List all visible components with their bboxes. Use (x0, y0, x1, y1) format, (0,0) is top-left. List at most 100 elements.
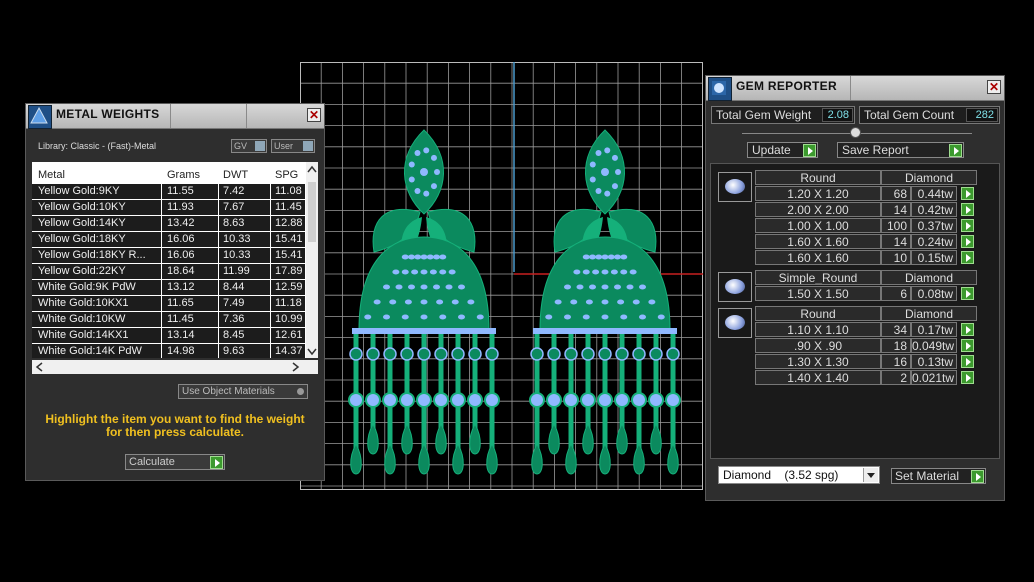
metal-table[interactable]: Metal Grams DWT SPG Yellow Gold:9KY 11.55… (32, 162, 318, 358)
table-row[interactable]: Yellow Gold:9KY 11.55 7.42 11.08 (32, 184, 305, 200)
bead (615, 347, 629, 361)
select-gem-arrow-icon[interactable] (961, 287, 974, 300)
col-metal[interactable]: Metal (38, 169, 65, 181)
gem-count: 34 (881, 322, 911, 337)
select-gem-arrow-icon[interactable] (961, 371, 974, 384)
update-button[interactable]: Update (747, 142, 818, 158)
gem-reporter-titlebar[interactable]: GEM REPORTER ✕ (706, 76, 1004, 101)
gem-stone (582, 254, 590, 260)
radio-icon (297, 388, 304, 395)
gem-shape-icon[interactable] (718, 272, 752, 302)
gem-stone (648, 392, 664, 408)
gem-stone (404, 299, 412, 305)
gem-list[interactable]: Round Diamond 1.20 X 1.20 68 0.44tw 2.00 X 2.… (710, 163, 1000, 459)
col-grams[interactable]: Grams (167, 169, 200, 181)
chevron-down-icon[interactable] (863, 468, 878, 482)
gem-stone (620, 269, 628, 275)
bead (451, 347, 465, 361)
table-row[interactable]: White Gold:10KX1 11.65 7.49 11.18 (32, 296, 305, 312)
set-material-button[interactable]: Set Material (891, 468, 986, 484)
select-gem-arrow-icon[interactable] (961, 355, 974, 368)
table-row[interactable]: White Gold:9K PdW 13.12 8.44 12.59 (32, 280, 305, 296)
bead (349, 347, 363, 361)
select-gem-arrow-icon[interactable] (961, 187, 974, 200)
bead (530, 347, 544, 361)
gem-stone (657, 314, 665, 320)
gem-stone (648, 299, 656, 305)
gv-toggle[interactable]: GV (231, 139, 267, 153)
gem-stone (399, 392, 415, 408)
table-row[interactable]: White Gold:14KX1 13.14 8.45 12.61 (32, 328, 305, 344)
play-arrow-icon (971, 470, 984, 483)
gem-stone (420, 269, 428, 275)
close-icon[interactable]: ✕ (307, 108, 321, 122)
scrollbar-thumb[interactable] (308, 182, 316, 242)
table-row[interactable]: White Gold:14K PdW 14.98 9.63 14.37 (32, 344, 305, 358)
hint-text: Highlight the item you want to find the … (45, 412, 305, 439)
gem-weight: 0.13tw (911, 354, 957, 369)
gem-stone (589, 284, 596, 290)
cell-grams: 13.12 (167, 281, 195, 293)
save-report-button[interactable]: Save Report (837, 142, 964, 158)
gem-stone (439, 269, 447, 275)
cell-spg: 12.59 (275, 281, 303, 293)
gem-stone (585, 299, 593, 305)
bead (400, 347, 414, 361)
select-gem-arrow-icon[interactable] (961, 323, 974, 336)
gem-weight: 0.42tw (911, 202, 957, 217)
gem-weight: 0.24tw (911, 234, 957, 249)
select-gem-arrow-icon[interactable] (961, 203, 974, 216)
gem-stone (401, 254, 409, 260)
total-gem-count-value: 282 (966, 108, 998, 122)
gem-shape-icon[interactable] (718, 308, 752, 338)
select-gem-arrow-icon[interactable] (961, 339, 974, 352)
table-row[interactable]: Yellow Gold:18KY 16.06 10.33 15.41 (32, 232, 305, 248)
gem-stone (426, 254, 434, 260)
use-object-materials-toggle[interactable]: Use Object Materials (178, 384, 308, 399)
col-spg[interactable]: SPG (275, 169, 298, 181)
gem-size: 1.40 X 1.40 (755, 370, 881, 385)
gem-stone (629, 269, 637, 275)
user-label: User (274, 141, 294, 151)
slider-handle[interactable] (850, 127, 861, 138)
bead (485, 347, 499, 361)
user-toggle[interactable]: User (271, 139, 315, 153)
3d-viewport[interactable] (300, 62, 703, 490)
table-row[interactable]: White Gold:10KW 11.45 7.36 10.99 (32, 312, 305, 328)
close-icon[interactable]: ✕ (987, 80, 1001, 94)
viewport-canvas[interactable] (300, 62, 703, 490)
gem-size: 1.30 X 1.30 (755, 354, 881, 369)
gem-stone (589, 161, 596, 168)
gem-stone (639, 284, 646, 290)
gem-stone (576, 284, 584, 290)
select-gem-arrow-icon[interactable] (961, 235, 974, 248)
gv-label: GV (234, 141, 248, 151)
table-row[interactable]: Yellow Gold:18KY R... 16.06 10.33 15.41 (32, 248, 305, 264)
gem-stone (554, 299, 562, 305)
bead (366, 347, 380, 361)
horizontal-scrollbar[interactable] (32, 360, 318, 374)
use-object-materials-label: Use Object Materials (182, 386, 275, 397)
col-dwt[interactable]: DWT (223, 169, 248, 181)
gem-stone (615, 169, 621, 175)
gem-shape-icon[interactable] (718, 172, 752, 202)
gem-stone (434, 169, 440, 175)
bead (666, 347, 680, 361)
select-gem-arrow-icon[interactable] (961, 251, 974, 264)
gem-stone (620, 254, 628, 260)
vertical-scrollbar[interactable] (306, 162, 318, 358)
table-row[interactable]: Yellow Gold:14KY 13.42 8.63 12.88 (32, 216, 305, 232)
gem-stone (448, 269, 456, 275)
select-gem-arrow-icon[interactable] (961, 219, 974, 232)
table-row[interactable]: Yellow Gold:10KY 11.93 7.67 11.45 (32, 200, 305, 216)
metal-weights-titlebar[interactable]: METAL WEIGHTS ✕ (26, 104, 324, 129)
cell-metal: Yellow Gold:18KY (38, 233, 126, 245)
bead (383, 347, 397, 361)
material-select[interactable]: Diamond (3.52 spg) (718, 466, 880, 484)
gem-stone (611, 183, 618, 190)
calculate-button[interactable]: Calculate (125, 454, 225, 470)
play-arrow-icon (949, 144, 962, 157)
table-row[interactable]: Yellow Gold:22KY 18.64 11.99 17.89 (32, 264, 305, 280)
gem-stone (401, 269, 409, 275)
cell-grams: 11.65 (167, 297, 194, 309)
